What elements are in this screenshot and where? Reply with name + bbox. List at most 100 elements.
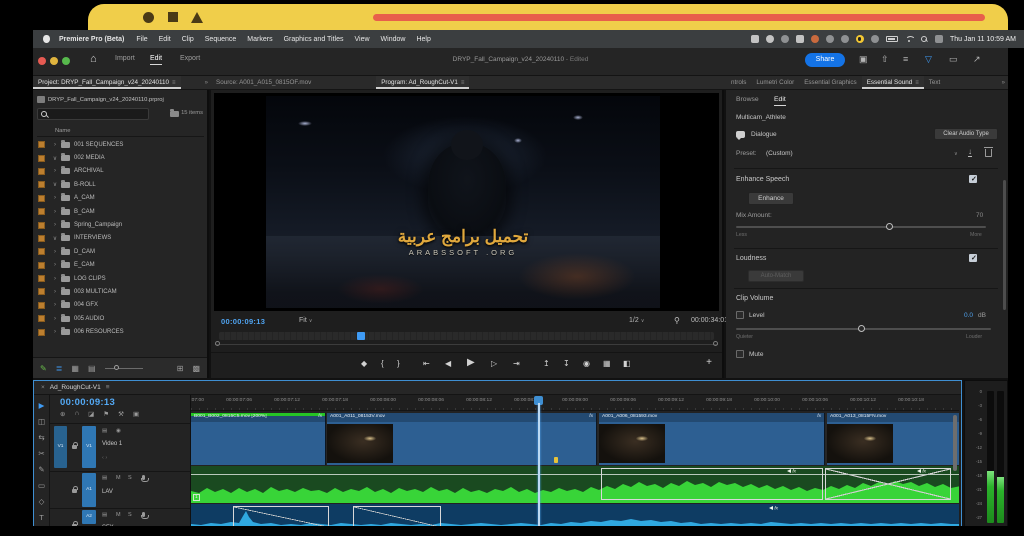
preset-dropdown-caret[interactable]: ∨	[954, 151, 958, 157]
slider-handle[interactable]	[858, 325, 865, 332]
menu-view[interactable]: View	[355, 36, 370, 43]
panel-scrollbar[interactable]	[1003, 180, 1006, 310]
mic-status-icon[interactable]	[855, 35, 864, 43]
new-bin-icon[interactable]: ⊞	[177, 364, 184, 373]
tab-program-monitor[interactable]: Program: Ad_RoughCut-V1 ≡	[376, 76, 470, 89]
mark-in-button[interactable]: {	[381, 359, 384, 368]
snap-icon[interactable]: ∩	[74, 410, 79, 418]
menu-markers[interactable]: Markers	[247, 36, 272, 43]
selection-tool[interactable]: ▶	[39, 401, 45, 410]
button-editor-add[interactable]: +	[706, 357, 712, 368]
sequence-settings-icon[interactable]: ⊕	[60, 410, 65, 418]
solo-track-icon[interactable]: S	[128, 512, 132, 518]
twirl-icon[interactable]: ›	[49, 142, 61, 148]
status-clock-icon[interactable]	[825, 35, 834, 43]
playhead-line[interactable]	[538, 403, 540, 527]
zoom-level-dropdown[interactable]: Fit ∨	[299, 317, 312, 324]
track-visibility-eye-icon[interactable]: ◉	[116, 428, 121, 434]
type-tool[interactable]: T	[39, 513, 44, 522]
marker-icon[interactable]: ⚑	[103, 410, 109, 418]
menu-sequence[interactable]: Sequence	[205, 36, 237, 43]
step-forward-button[interactable]: ▷	[491, 359, 497, 368]
list-view-icon[interactable]: ≣	[56, 364, 63, 373]
sound-tab-edit[interactable]: Edit	[774, 96, 786, 106]
level-slider[interactable]	[736, 325, 991, 332]
status-app-icon[interactable]	[870, 35, 879, 43]
razor-tool[interactable]: ✂	[38, 449, 44, 458]
clip-marker[interactable]	[554, 457, 558, 463]
menu-edit[interactable]: Edit	[159, 36, 171, 43]
panel-menu-icon[interactable]: ≡	[461, 80, 465, 86]
menu-clip[interactable]: Clip	[182, 36, 194, 43]
menu-help[interactable]: Help	[416, 36, 430, 43]
video-clip-a013[interactable]: A001_A013_0815FN.mov	[827, 413, 959, 465]
caption-icon[interactable]: ▣	[133, 410, 139, 418]
bin-row-d-cam[interactable]: › D_CAM	[33, 245, 204, 258]
status-app-icon[interactable]	[750, 35, 759, 43]
project-file-row[interactable]: DRYP_Fall_Campaign_v24_20240110.prproj	[37, 94, 204, 105]
multicam-view-button[interactable]: ◧	[623, 359, 631, 368]
twirl-icon[interactable]: ›	[49, 302, 61, 308]
tab-source-monitor[interactable]: Source: A001_A015_0815OF.mov	[211, 76, 316, 89]
bin-row-b-cam[interactable]: › B_CAM	[33, 205, 204, 218]
wifi-icon[interactable]	[905, 36, 914, 43]
close-sequence-icon[interactable]: ×	[41, 384, 45, 391]
twirl-icon[interactable]: ›	[49, 195, 61, 201]
twirl-icon[interactable]: ∨	[49, 181, 61, 188]
menu-window[interactable]: Window	[381, 36, 406, 43]
bin-row-b-roll[interactable]: ∨ B-ROLL	[33, 178, 204, 191]
share-button[interactable]: Share	[805, 53, 845, 67]
workspace-icon[interactable]: ▣	[859, 54, 868, 65]
level-checkbox[interactable]	[736, 311, 744, 319]
enhance-speech-checkbox[interactable]	[969, 175, 977, 183]
control-center-icon[interactable]	[934, 35, 943, 43]
program-timecode[interactable]: 00:00:09:13	[221, 317, 265, 326]
mute-track-icon[interactable]: M	[116, 512, 121, 518]
pen-tool[interactable]: ✎	[38, 465, 44, 474]
track-select-tool[interactable]: ◫	[38, 417, 45, 426]
track-lock-icon[interactable]	[72, 442, 78, 449]
tab-essential-sound[interactable]: Essential Sound ≡	[861, 76, 924, 89]
twirl-icon[interactable]: ›	[49, 316, 61, 322]
voiceover-mic-icon[interactable]	[140, 512, 149, 519]
bin-row-spring-campaign[interactable]: › Spring_Campaign	[33, 218, 204, 231]
audio-fade-box[interactable]	[233, 506, 329, 527]
beta-feedback-icon[interactable]: ▽	[925, 54, 932, 65]
twirl-icon[interactable]: ›	[49, 289, 61, 295]
sound-tab-browse[interactable]: Browse	[736, 96, 759, 103]
sync-lock-icon[interactable]: ▤	[102, 512, 107, 518]
column-header-name[interactable]: Name	[37, 126, 204, 137]
timeline-settings-wrench-icon[interactable]: ⚒	[118, 410, 124, 418]
mute-track-icon[interactable]: M	[116, 475, 121, 481]
tab-lumetri-color[interactable]: Lumetri Color	[751, 76, 799, 89]
loudness-checkbox[interactable]	[969, 254, 977, 262]
panel-menu-icon[interactable]: ≡	[172, 80, 176, 86]
track-target-a1[interactable]: A1	[82, 473, 96, 507]
writable-pencil-icon[interactable]: ✎	[40, 364, 47, 373]
menu-graphics-titles[interactable]: Graphics and Titles	[284, 36, 344, 43]
audio-fade-box[interactable]	[353, 506, 441, 527]
save-preset-icon[interactable]: ↓	[968, 148, 972, 157]
bin-row-006-resources[interactable]: › 006 RESOURCES	[33, 325, 204, 338]
auto-match-button[interactable]: Auto-Match	[748, 270, 804, 282]
twirl-icon[interactable]: ∨	[49, 155, 61, 162]
audio-track-a1[interactable]: fx fx 1	[191, 466, 959, 503]
timeline-timecode[interactable]: 00:00:09:13	[60, 397, 115, 408]
status-app-icon[interactable]	[795, 35, 804, 43]
project-search-input[interactable]	[37, 108, 149, 120]
mix-amount-slider[interactable]	[736, 223, 986, 230]
sync-lock-icon[interactable]: ▤	[102, 475, 107, 481]
scrubber-start-handle[interactable]	[215, 341, 220, 346]
scrubber-end-handle[interactable]	[713, 341, 718, 346]
timeline-ruler[interactable]: 00:00:07:00 00:00:07:06 00:00:07:12 00:0…	[191, 395, 959, 411]
twirl-icon[interactable]: ›	[49, 209, 61, 215]
status-app-icon[interactable]	[840, 35, 849, 43]
source-patch-v1[interactable]: V1	[54, 426, 67, 468]
menubar-app-name[interactable]: Premiere Pro (Beta)	[59, 36, 124, 43]
battery-icon[interactable]	[885, 36, 898, 42]
panel-menu-icon[interactable]: ≡	[106, 384, 110, 391]
sync-lock-icon[interactable]: ▤	[102, 428, 107, 434]
playback-resolution-dropdown[interactable]: 1/2 ∨	[629, 317, 644, 324]
status-app-icon[interactable]	[810, 35, 819, 43]
step-back-button[interactable]: ◀	[445, 359, 451, 368]
